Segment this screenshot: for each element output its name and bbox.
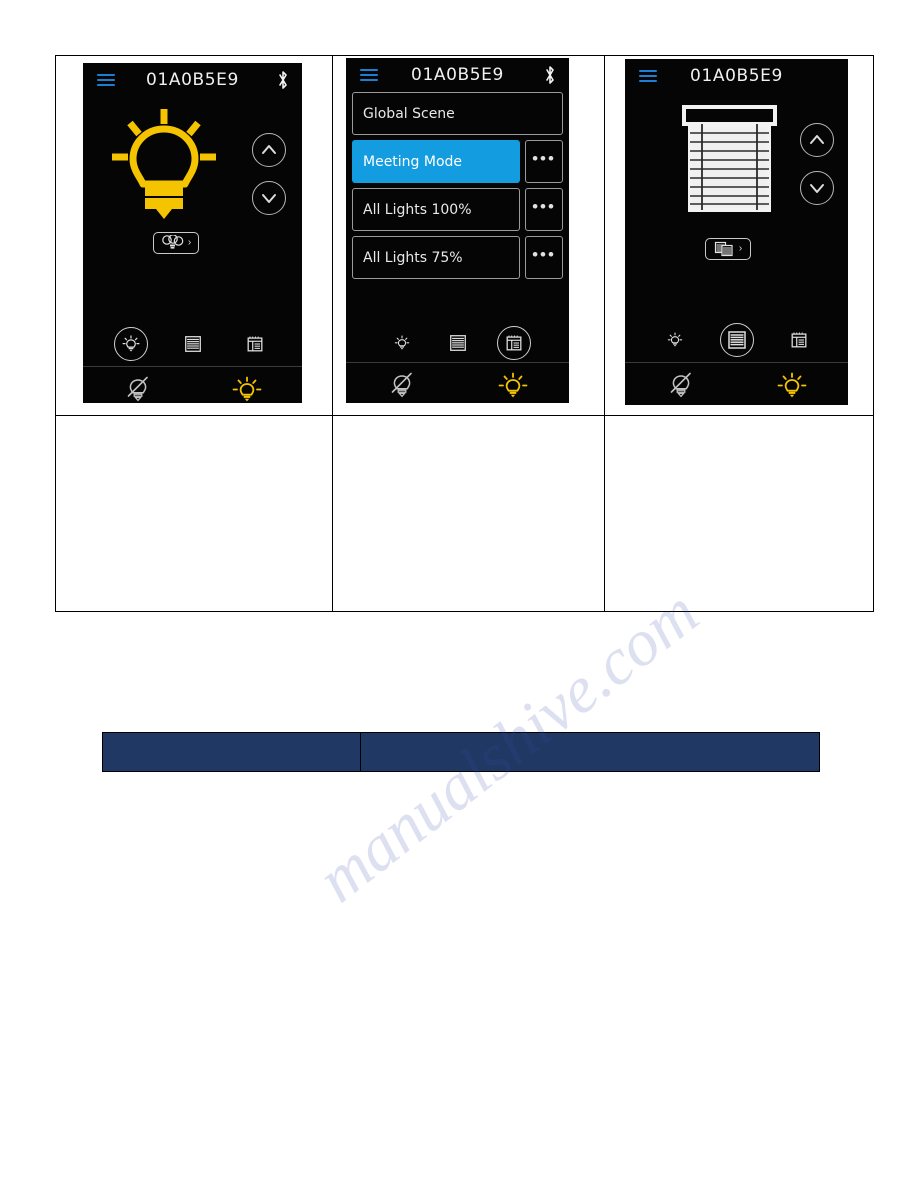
list-item: Meeting Mode ••• (352, 140, 563, 183)
all-on-button[interactable] (193, 374, 303, 404)
blinds-screen: 01A0B5E9 › (625, 59, 848, 405)
bulb-off-icon (391, 372, 412, 397)
tab-bar (625, 318, 848, 362)
hamburger-icon[interactable] (360, 69, 378, 81)
scene-list: Global Scene Meeting Mode ••• All Lights… (352, 92, 563, 279)
bottom-bar (625, 362, 848, 405)
blinds-main: › (625, 93, 848, 318)
table-cell-blinds: 01A0B5E9 › (604, 55, 874, 416)
tab-lights[interactable] (113, 327, 148, 361)
all-off-button[interactable] (346, 371, 458, 403)
tab-bar (346, 324, 569, 362)
tab-blinds[interactable] (719, 323, 754, 357)
hamburger-icon[interactable] (639, 70, 657, 82)
chevron-right-icon: › (738, 243, 743, 254)
bottom-bar (83, 366, 302, 403)
blind-group-button[interactable]: › (705, 238, 751, 260)
page-title: 01A0B5E9 (146, 70, 239, 90)
tab-scenes[interactable] (496, 326, 531, 360)
tab-blinds[interactable] (441, 326, 475, 360)
page-title: 01A0B5E9 (411, 65, 504, 85)
caption-cell-2 (332, 414, 605, 613)
scene-name-all-lights-100[interactable]: All Lights 100% (352, 188, 520, 231)
blind-down-button[interactable] (800, 171, 834, 205)
bulb-group-button[interactable]: › (153, 232, 199, 254)
scene-more-button-meeting-mode[interactable]: ••• (525, 140, 563, 183)
bulb-on-icon (232, 376, 262, 401)
bulb-off-icon (670, 372, 691, 397)
page-title: 01A0B5E9 (690, 66, 783, 86)
tab-bar (83, 322, 302, 366)
list-item: All Lights 100% ••• (352, 188, 563, 231)
scene-name-global-scene[interactable]: Global Scene (352, 92, 563, 135)
navy-table (102, 732, 820, 772)
titlebar: 01A0B5E9 (346, 58, 569, 92)
scenes-main: Global Scene Meeting Mode ••• All Lights… (346, 92, 569, 324)
table-row (102, 732, 820, 772)
brightness-up-button[interactable] (252, 133, 286, 167)
list-item: Global Scene (352, 92, 563, 135)
titlebar: 01A0B5E9 (625, 59, 848, 93)
bulb-group-icon (162, 235, 184, 249)
hamburger-icon[interactable] (97, 74, 115, 86)
navy-cell-1 (102, 732, 361, 772)
bottom-bar (346, 362, 569, 403)
titlebar: 01A0B5E9 (83, 63, 302, 97)
blind-up-button[interactable] (800, 123, 834, 157)
lighting-main: › (83, 97, 302, 322)
blind-group-icon (714, 241, 733, 257)
brightness-down-button[interactable] (252, 181, 286, 215)
all-off-button[interactable] (83, 375, 193, 404)
bulb-off-icon (127, 376, 148, 401)
scenes-screen: 01A0B5E9 Global Scene Meeting Mode ••• A… (346, 58, 569, 403)
window-blind-icon (682, 105, 777, 212)
tab-scenes[interactable] (238, 327, 272, 361)
tab-scenes[interactable] (782, 323, 816, 357)
caption-cell-1 (55, 414, 333, 613)
tab-blinds[interactable] (176, 327, 210, 361)
scene-more-button-all-lights-75[interactable]: ••• (525, 236, 563, 279)
tab-lights[interactable] (658, 323, 692, 357)
tab-lights[interactable] (385, 326, 419, 360)
bulb-on-icon (498, 372, 528, 397)
all-on-button[interactable] (458, 370, 570, 404)
table-row (55, 414, 874, 613)
table-row: 01A0B5E9 › 01A0B5E9 Global Scene Meeting… (55, 55, 874, 416)
table-cell-lighting: 01A0B5E9 › (55, 55, 333, 416)
screenshots-table: 01A0B5E9 › 01A0B5E9 Global Scene Meeting… (55, 55, 874, 613)
light-bulb-on-icon (112, 109, 216, 219)
scene-more-button-all-lights-100[interactable]: ••• (525, 188, 563, 231)
lighting-screen: 01A0B5E9 › (83, 63, 302, 403)
caption-cell-3 (604, 414, 874, 613)
all-on-button[interactable] (737, 370, 849, 404)
bluetooth-icon (546, 66, 554, 84)
table-cell-scenes: 01A0B5E9 Global Scene Meeting Mode ••• A… (332, 55, 605, 416)
bulb-on-icon (777, 372, 807, 397)
navy-cell-2 (360, 732, 820, 772)
scene-name-meeting-mode[interactable]: Meeting Mode (352, 140, 520, 183)
list-item: All Lights 75% ••• (352, 236, 563, 279)
chevron-right-icon: › (187, 237, 192, 248)
scene-name-all-lights-75[interactable]: All Lights 75% (352, 236, 520, 279)
bluetooth-icon (279, 71, 287, 89)
all-off-button[interactable] (625, 371, 737, 403)
